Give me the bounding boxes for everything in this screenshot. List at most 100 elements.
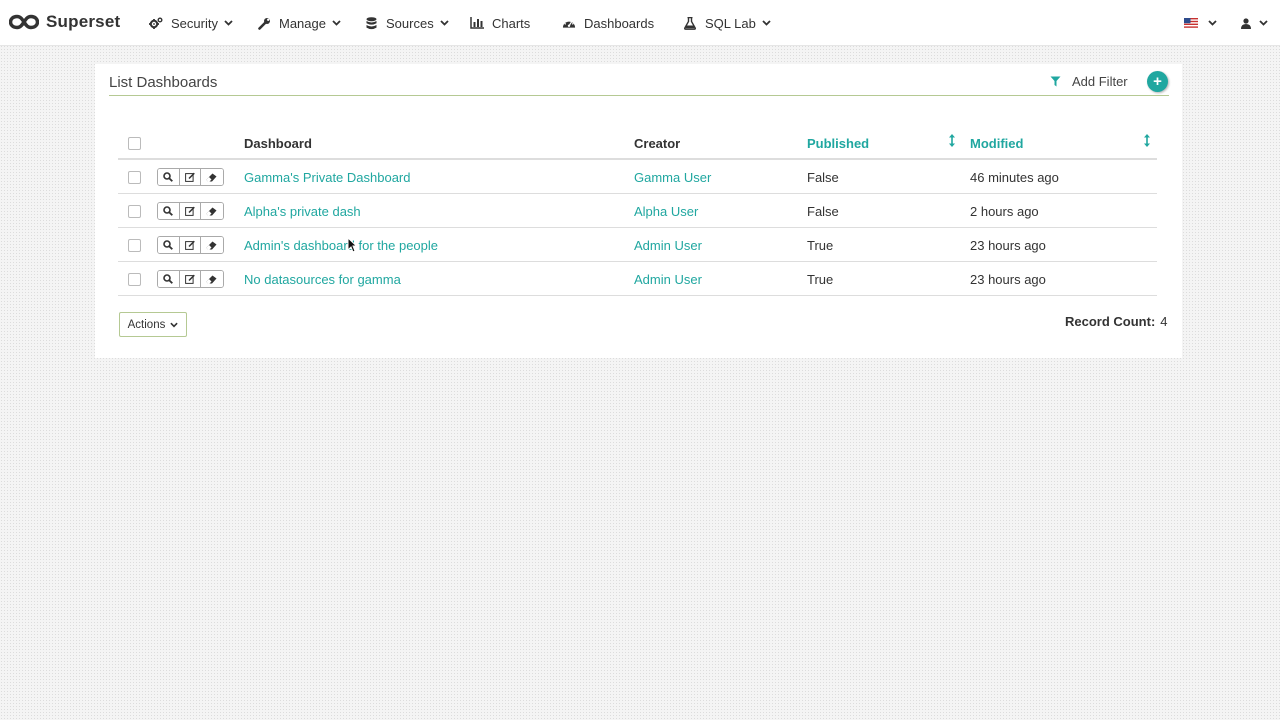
delete-record-button[interactable] [201, 271, 223, 287]
nav-security-label: Security [171, 15, 218, 31]
nav-sources-label: Sources [386, 15, 434, 31]
dashboard-icon [562, 16, 576, 30]
table-row: Gamma's Private Dashboard Gamma User Fal… [118, 160, 1157, 194]
nav-sql-lab[interactable]: SQL Lab [683, 0, 771, 46]
dashboard-link[interactable]: Gamma's Private Dashboard [244, 170, 411, 185]
table-row: Admin's dashboard for the people Admin U… [118, 228, 1157, 262]
view-record-button[interactable] [158, 203, 180, 219]
delete-record-button[interactable] [201, 169, 223, 185]
add-filter-label: Add Filter [1072, 74, 1128, 89]
view-record-button[interactable] [158, 169, 180, 185]
mouse-cursor-icon [347, 237, 357, 253]
modified-value: 23 hours ago [970, 238, 1046, 253]
eraser-icon [206, 173, 217, 182]
dashboard-link[interactable]: No datasources for gamma [244, 272, 401, 287]
user-icon [1241, 17, 1251, 29]
brand[interactable]: Superset [9, 10, 120, 34]
sort-icon[interactable] [1144, 134, 1150, 147]
creator-link[interactable]: Admin User [634, 272, 702, 287]
row-checkbox[interactable] [128, 273, 141, 286]
creator-link[interactable]: Alpha User [634, 204, 698, 219]
chevron-down-icon [332, 20, 341, 26]
nav-sources[interactable]: Sources [364, 0, 449, 46]
search-icon [163, 172, 174, 182]
brand-name: Superset [46, 12, 121, 31]
record-count-label: Record Count: [1065, 314, 1156, 329]
edit-icon [184, 172, 195, 182]
dashboard-link[interactable]: Admin's dashboard for the people [244, 238, 438, 253]
chevron-down-icon [440, 20, 449, 26]
nav-sql-lab-label: SQL Lab [705, 15, 756, 31]
row-action-buttons [157, 202, 224, 220]
nav-dashboards[interactable]: Dashboards [562, 0, 654, 46]
row-checkbox[interactable] [128, 239, 141, 252]
published-value: True [807, 272, 834, 287]
row-checkbox[interactable] [128, 171, 141, 184]
creator-link[interactable]: Admin User [634, 238, 702, 253]
dashboard-link[interactable]: Alpha's private dash [244, 204, 361, 219]
row-action-buttons [157, 270, 224, 288]
panel-header: List Dashboards Add Filter + [109, 64, 1169, 96]
chevron-down-icon [1259, 20, 1268, 26]
eraser-icon [206, 207, 217, 216]
edit-record-button[interactable] [179, 271, 201, 287]
us-flag-icon [1184, 18, 1198, 28]
nav-manage[interactable]: Manage [257, 0, 341, 46]
chevron-down-icon [1208, 20, 1217, 26]
edit-record-button[interactable] [179, 203, 201, 219]
top-navbar: Superset Security Manage Sources Charts … [0, 0, 1280, 46]
record-count: Record Count: 4 [1065, 314, 1168, 329]
row-action-buttons [157, 168, 224, 186]
edit-icon [184, 240, 195, 250]
column-header-dashboard: Dashboard [244, 136, 312, 151]
column-header-creator: Creator [634, 136, 681, 151]
search-icon [163, 206, 174, 216]
published-value: False [807, 204, 839, 219]
published-value: True [807, 238, 834, 253]
database-icon [364, 16, 378, 30]
superset-logo-icon [9, 14, 39, 30]
nav-charts[interactable]: Charts [470, 0, 530, 46]
row-checkbox[interactable] [128, 205, 141, 218]
modified-value: 2 hours ago [970, 204, 1039, 219]
chevron-down-icon [170, 322, 179, 328]
flask-icon [683, 16, 697, 30]
creator-link[interactable]: Gamma User [634, 170, 711, 185]
user-menu[interactable] [1241, 0, 1268, 46]
add-record-button[interactable]: + [1147, 71, 1168, 92]
select-all-checkbox[interactable] [128, 137, 141, 150]
language-menu[interactable] [1184, 0, 1217, 46]
row-action-buttons [157, 236, 224, 254]
edit-icon [184, 206, 195, 216]
edit-record-button[interactable] [179, 237, 201, 253]
dashboards-table: Dashboard Creator Published Modified Gam… [118, 130, 1157, 296]
nav-manage-label: Manage [279, 15, 326, 31]
column-header-modified[interactable]: Modified [970, 136, 1023, 151]
sort-icon[interactable] [949, 134, 955, 147]
list-panel: List Dashboards Add Filter + Dashboard C… [95, 64, 1182, 358]
actions-label: Actions [127, 318, 166, 331]
filter-icon [1050, 76, 1061, 87]
chevron-down-icon [762, 20, 771, 26]
modified-value: 46 minutes ago [970, 170, 1059, 185]
cogs-icon [149, 16, 163, 30]
eraser-icon [206, 241, 217, 250]
page-title: List Dashboards [109, 74, 218, 91]
search-icon [163, 274, 174, 284]
delete-record-button[interactable] [201, 237, 223, 253]
edit-icon [184, 274, 195, 284]
modified-value: 23 hours ago [970, 272, 1046, 287]
column-header-published[interactable]: Published [807, 136, 869, 151]
view-record-button[interactable] [158, 271, 180, 287]
record-count-value: 4 [1160, 314, 1168, 329]
chevron-down-icon [224, 20, 233, 26]
edit-record-button[interactable] [179, 169, 201, 185]
wrench-icon [257, 16, 271, 30]
bar-chart-icon [470, 16, 484, 30]
delete-record-button[interactable] [201, 203, 223, 219]
add-filter-button[interactable]: Add Filter [1050, 74, 1128, 89]
view-record-button[interactable] [158, 237, 180, 253]
nav-security[interactable]: Security [149, 0, 233, 46]
nav-dashboards-label: Dashboards [584, 15, 655, 31]
actions-dropdown[interactable]: Actions [119, 312, 187, 337]
